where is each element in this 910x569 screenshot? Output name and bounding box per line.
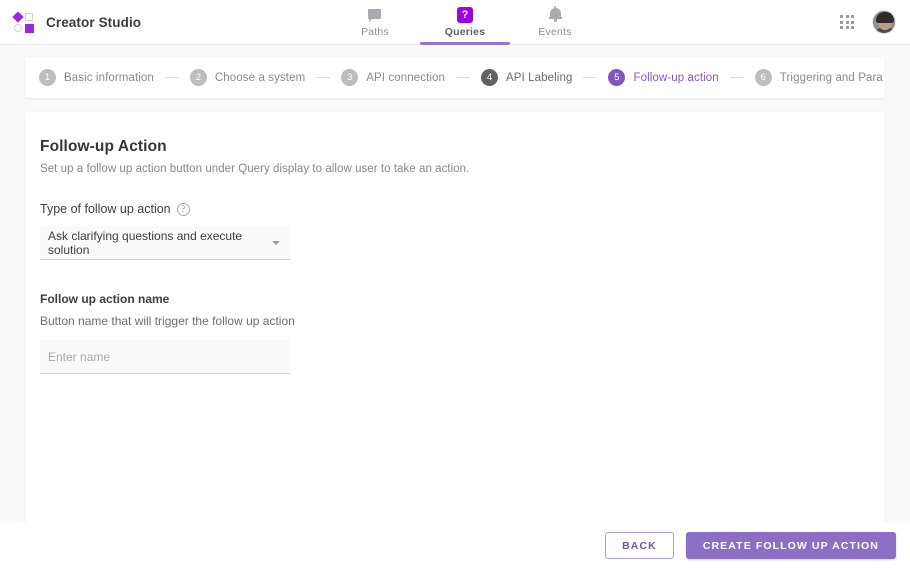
type-field-label: Type of follow up action xyxy=(40,202,171,216)
step-connector xyxy=(456,77,471,78)
name-field-label: Follow up action name xyxy=(40,292,170,306)
step-5-label: Follow-up action xyxy=(633,71,719,84)
apps-grid-icon[interactable] xyxy=(840,15,854,29)
type-field-label-row: Type of follow up action ? xyxy=(40,202,885,216)
brand-name: Creator Studio xyxy=(46,14,142,30)
step-connector xyxy=(583,77,598,78)
help-circle-icon[interactable]: ? xyxy=(176,202,190,216)
creator-studio-logo-icon xyxy=(12,10,35,33)
step-2-label: Choose a system xyxy=(214,71,306,84)
step-1-basic-information[interactable]: 1 Basic information xyxy=(39,69,154,86)
step-4-label: API Labeling xyxy=(506,71,573,84)
name-field-group: Follow up action name Button name that w… xyxy=(40,292,885,374)
name-field-description: Button name that will trigger the follow… xyxy=(40,314,295,328)
tab-events-label: Events xyxy=(538,25,572,38)
page-subtitle: Set up a follow up action button under Q… xyxy=(40,163,470,175)
step-6-number: 6 xyxy=(754,69,772,86)
step-1-number: 1 xyxy=(39,69,56,86)
step-3-api-connection[interactable]: 3 API connection xyxy=(341,69,445,86)
create-follow-up-action-button[interactable]: CREATE FOLLOW UP ACTION xyxy=(685,532,896,559)
step-connector xyxy=(164,77,179,78)
tab-paths-label: Paths xyxy=(361,25,389,38)
brand[interactable]: Creator Studio xyxy=(0,10,330,33)
chevron-down-icon xyxy=(272,240,280,245)
step-4-api-labeling[interactable]: 4 API Labeling xyxy=(481,69,572,86)
page-title: Follow-up Action xyxy=(40,138,167,155)
step-connector xyxy=(729,77,744,78)
tab-queries[interactable]: ? Queries xyxy=(420,0,510,45)
stepper: 1 Basic information 2 Choose a system 3 … xyxy=(25,57,885,98)
step-5-follow-up-action[interactable]: 5 Follow-up action xyxy=(608,69,719,86)
top-bar-right xyxy=(840,10,910,34)
follow-up-type-select[interactable]: Ask clarifying questions and execute sol… xyxy=(40,226,290,260)
main-content-card: Follow-up Action Set up a follow up acti… xyxy=(25,112,885,522)
footer-action-bar: BACK CREATE FOLLOW UP ACTION xyxy=(0,522,910,569)
tab-queries-label: Queries xyxy=(444,25,486,38)
step-connector xyxy=(316,77,331,78)
step-1-label: Basic information xyxy=(64,71,154,84)
nav-tabs: Paths ? Queries Events xyxy=(330,0,600,45)
step-3-label: API connection xyxy=(366,71,446,84)
follow-up-type-selected-value: Ask clarifying questions and execute sol… xyxy=(48,228,243,257)
step-3-number: 3 xyxy=(341,69,359,86)
chat-bubble-icon xyxy=(367,5,383,25)
follow-up-action-name-input[interactable] xyxy=(40,340,290,374)
top-bar: Creator Studio Paths ? Queries Events xyxy=(0,0,910,45)
step-2-number: 2 xyxy=(189,69,207,86)
bell-icon xyxy=(548,5,562,25)
tab-paths[interactable]: Paths xyxy=(330,0,420,45)
user-avatar[interactable] xyxy=(872,10,896,34)
step-4-number: 4 xyxy=(481,69,499,86)
tab-events[interactable]: Events xyxy=(510,0,600,45)
step-6-label: Triggering and Para xyxy=(779,71,883,84)
step-5-number: 5 xyxy=(608,69,626,86)
app-root: Creator Studio Paths ? Queries Events 1 … xyxy=(0,0,910,569)
back-button[interactable]: BACK xyxy=(605,532,674,559)
question-badge-icon: ? xyxy=(457,5,473,25)
step-6-triggering-and-parameters[interactable]: 6 Triggering and Para xyxy=(754,69,883,86)
step-2-choose-a-system[interactable]: 2 Choose a system xyxy=(189,69,306,86)
